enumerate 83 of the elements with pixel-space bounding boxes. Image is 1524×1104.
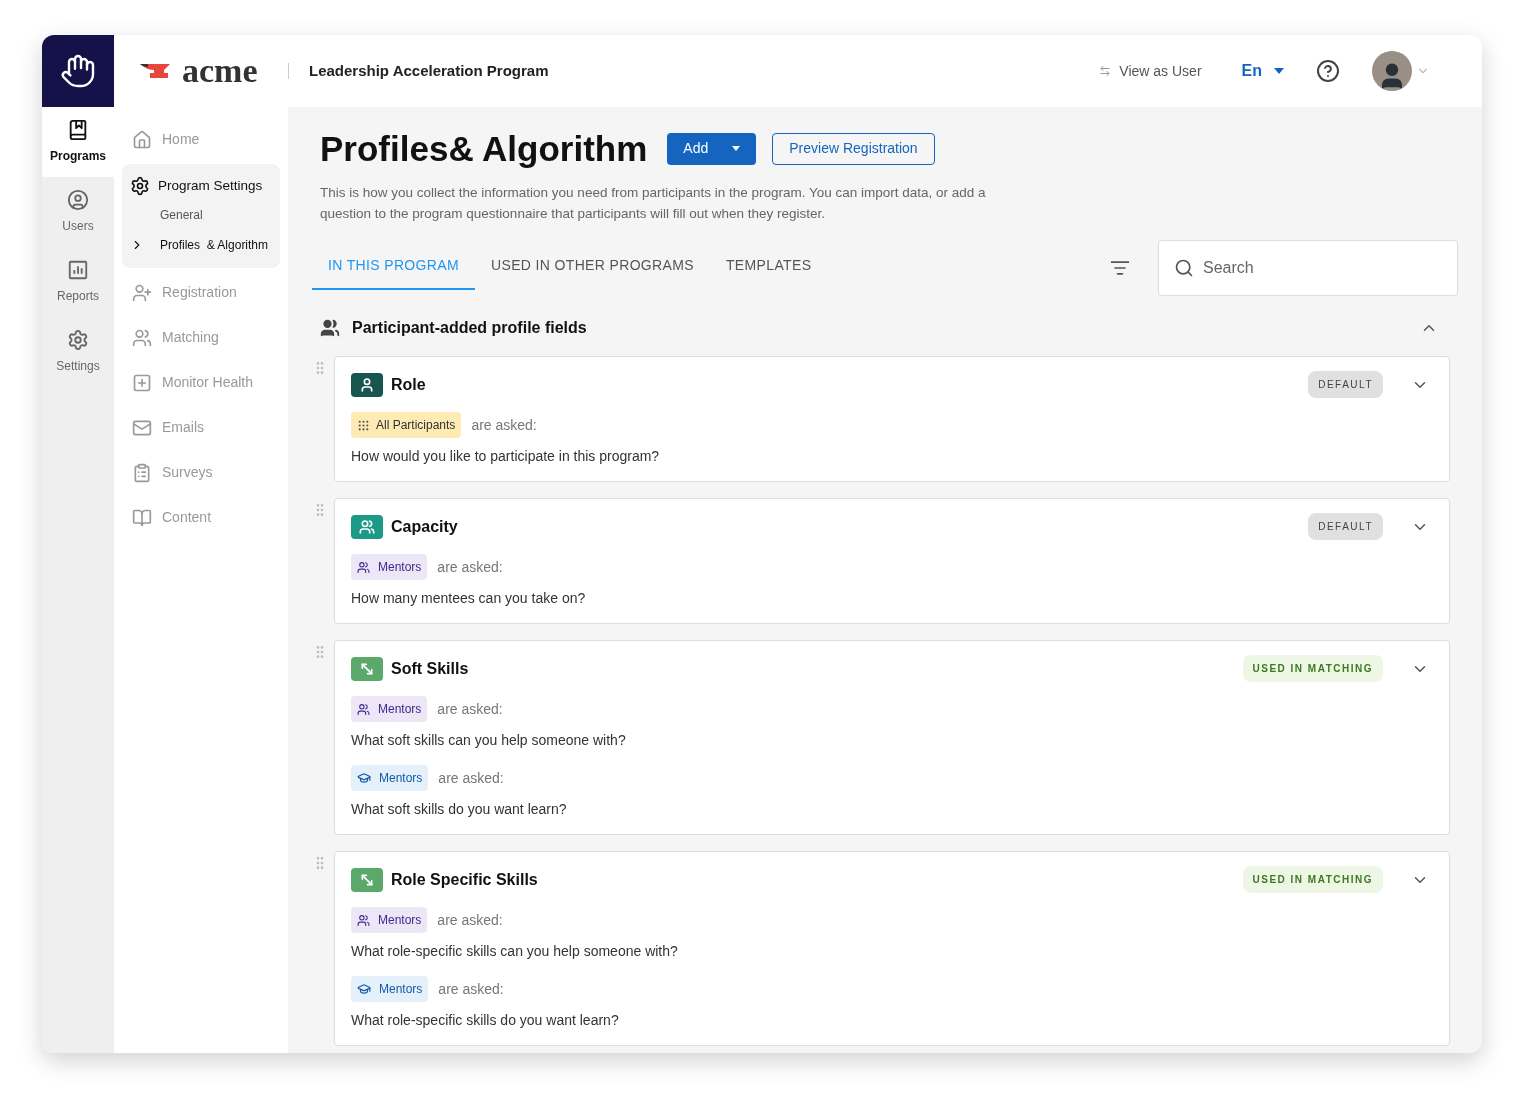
field-name: Role Specific Skills	[391, 869, 538, 890]
bar-chart-icon	[67, 259, 89, 281]
rail-item[interactable]: Users	[42, 177, 114, 247]
plus-square-icon	[132, 372, 152, 393]
add-user-icon	[132, 282, 152, 303]
page-title: Profiles& Algorithm	[320, 131, 648, 166]
asked-label: are asked:	[438, 979, 504, 999]
status-badge: DEFAULT	[1308, 371, 1383, 398]
question-text: What soft skills can you help someone with?	[351, 731, 627, 750]
program-title: Leadership Acceleration Program	[309, 60, 549, 81]
avatar[interactable]	[1372, 51, 1412, 91]
hand-icon	[60, 53, 96, 89]
logo-text: acme	[182, 54, 258, 88]
status-badge: DEFAULT	[1308, 513, 1383, 540]
field-type-icon	[351, 867, 383, 892]
rail-item[interactable]: Programs	[42, 107, 114, 177]
graduation-cap-icon	[357, 771, 371, 785]
asked-label: are asked:	[438, 768, 504, 788]
people-icon	[357, 702, 370, 716]
clipboard-icon	[132, 462, 152, 483]
graduation-cap-icon	[357, 982, 371, 996]
nav-item[interactable]: Monitor Health	[122, 362, 280, 404]
asked-label: are asked:	[437, 557, 503, 577]
tab[interactable]: USED IN OTHER PROGRAMS	[475, 246, 710, 290]
nav-item[interactable]: Registration	[122, 272, 280, 314]
people-icon	[357, 913, 370, 927]
audience-tag: Mentors	[351, 696, 428, 722]
filter-icon[interactable]	[1110, 258, 1130, 278]
section-title: Participant-added profile fields	[352, 318, 587, 338]
search-icon	[1174, 258, 1194, 278]
question-text: What soft skills do you want learn?	[351, 800, 568, 819]
status-badge: USED IN MATCHING	[1242, 866, 1383, 893]
nav-item[interactable]: Matching	[122, 317, 280, 359]
nav-item[interactable]: Home	[122, 119, 280, 160]
group-icon	[320, 318, 340, 338]
field-name: Role	[391, 374, 426, 395]
audience-tag: Mentors	[351, 976, 429, 1002]
field-type-icon	[351, 372, 383, 397]
audience-tag: Mentors	[351, 554, 428, 580]
question-text: What role-specific skills can you help someone with?	[351, 942, 679, 961]
caret-down-icon	[1274, 68, 1284, 74]
field-type-icon	[351, 656, 383, 681]
tab[interactable]: IN THIS PROGRAM	[312, 246, 475, 290]
settings-icon	[130, 176, 150, 197]
home-icon	[132, 129, 152, 150]
page-description: This is how you collect the information you need from participants in the program. You can import data, or add a question to the program questionnaire that participants will fill out when they register.	[319, 184, 987, 223]
nav-subitem[interactable]: Profiles & Algorithm	[122, 230, 280, 261]
field-name: Capacity	[391, 516, 458, 537]
nav-subitem[interactable]: General	[122, 200, 280, 231]
group-icon	[357, 418, 370, 432]
question-text: How many mentees can you take on?	[351, 589, 587, 608]
question-text: How would you like to participate in this program?	[351, 447, 661, 466]
audience-tag: Mentors	[351, 765, 429, 791]
caret-down-icon	[732, 146, 741, 151]
asked-label: are asked:	[437, 910, 503, 930]
asked-label: are asked:	[437, 699, 503, 719]
field-type-icon	[351, 514, 383, 539]
users-icon	[132, 327, 152, 348]
asked-label: are asked:	[471, 415, 537, 435]
people-icon	[357, 560, 370, 574]
nav-item[interactable]: Content	[122, 497, 280, 539]
status-badge: USED IN MATCHING	[1242, 655, 1383, 682]
audience-tag: Mentors	[351, 907, 428, 933]
settings-icon	[67, 329, 89, 351]
nav-item[interactable]: Program Settings	[122, 172, 280, 201]
nav-item[interactable]: Emails	[122, 407, 280, 449]
tab[interactable]: TEMPLATES	[709, 246, 828, 290]
help-icon[interactable]	[1316, 59, 1340, 83]
book-icon	[67, 119, 89, 141]
question-text: What role-specific skills do you want learn?	[351, 1011, 620, 1030]
view-as-user-link[interactable]: View as User	[1099, 60, 1202, 82]
book-icon	[132, 507, 152, 528]
rail-item[interactable]: Settings	[42, 317, 114, 387]
nav-item[interactable]: Surveys	[122, 452, 280, 494]
add-button[interactable]: Add	[667, 132, 757, 165]
field-name: Soft Skills	[391, 658, 469, 679]
swap-icon	[1099, 65, 1112, 77]
rail-item[interactable]: Reports	[42, 247, 114, 317]
preview-registration-button[interactable]: Preview Registration	[772, 132, 935, 165]
language-dropdown[interactable]: En	[1241, 59, 1284, 83]
search-field[interactable]: Search	[1158, 240, 1458, 296]
user-icon	[67, 189, 89, 211]
audience-tag: All Participants	[351, 412, 462, 438]
